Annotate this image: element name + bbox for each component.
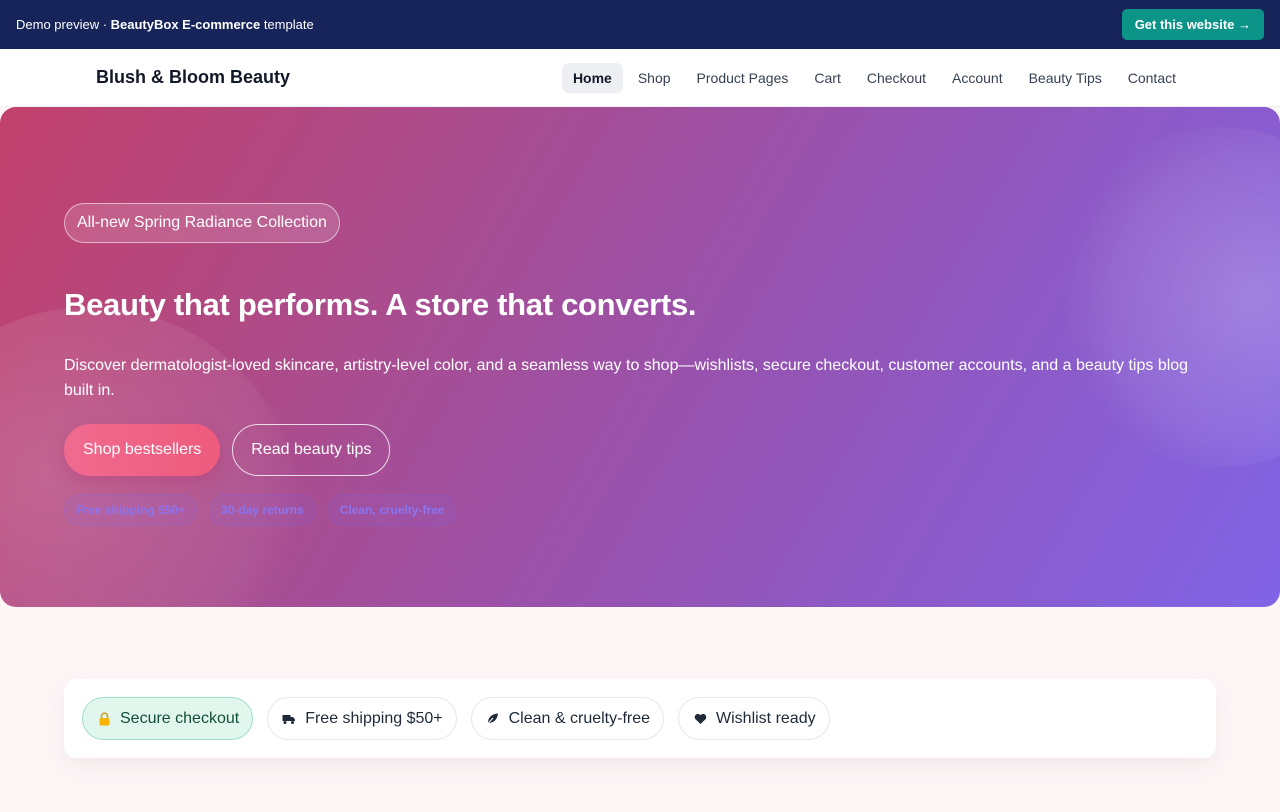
hero-section: All-new Spring Radiance Collection Beaut… <box>0 107 1280 607</box>
feature-free-shipping: Free shipping $50+ <box>267 697 457 740</box>
main-nav: Blush & Bloom Beauty Home Shop Product P… <box>0 49 1280 107</box>
feature-label: Free shipping $50+ <box>305 709 443 727</box>
feature-label: Clean & cruelty-free <box>508 709 651 727</box>
shop-bestsellers-button[interactable]: Shop bestsellers <box>64 424 221 476</box>
get-this-website-label: Get this website → <box>1134 17 1251 32</box>
hero-tag-returns: 30-day returns <box>209 494 316 526</box>
get-this-website-button[interactable]: Get this website → <box>1121 9 1264 40</box>
brand-logo[interactable]: Blush & Bloom Beauty <box>96 67 290 88</box>
features-strip: Secure checkout Free shipping $50+ Clean… <box>64 679 1216 758</box>
feature-secure-checkout: Secure checkout <box>82 697 254 740</box>
template-name: BeautyBox E-commerce <box>110 17 261 32</box>
hero-cta-group: Shop bestsellers Read beauty tips <box>64 424 391 476</box>
demo-preview-text: Demo preview · BeautyBox E-commerce temp… <box>16 17 314 32</box>
nav-link-contact[interactable]: Contact <box>1117 63 1187 93</box>
demo-suffix: template <box>260 17 314 32</box>
leaf-icon <box>486 712 500 726</box>
hero-tag-clean: Clean, cruelty-free <box>327 494 457 526</box>
truck-icon <box>282 712 296 726</box>
read-beauty-tips-button[interactable]: Read beauty tips <box>232 424 391 476</box>
hero-description: Discover dermatologist-loved skincare, a… <box>64 357 1189 399</box>
feature-label: Secure checkout <box>120 709 240 727</box>
feature-clean-cruelty-free: Clean & cruelty-free <box>470 697 665 740</box>
feature-wishlist-ready: Wishlist ready <box>678 697 830 740</box>
nav-link-cart[interactable]: Cart <box>803 63 851 93</box>
nav-link-checkout[interactable]: Checkout <box>856 63 937 93</box>
lock-icon <box>97 711 111 726</box>
hero-title: Beauty that performs. A store that conve… <box>64 287 697 322</box>
nav-link-account[interactable]: Account <box>941 63 1014 93</box>
feature-label: Wishlist ready <box>716 709 816 727</box>
nav-link-beauty-tips[interactable]: Beauty Tips <box>1018 63 1113 93</box>
demo-prefix: Demo preview · <box>16 17 111 32</box>
nav-link-product-pages[interactable]: Product Pages <box>686 63 800 93</box>
hero-tags: Free shipping $50+ 30-day returns Clean,… <box>64 494 457 526</box>
nav-links: Home Shop Product Pages Cart Checkout Ac… <box>561 62 1187 93</box>
hero-decor-blob-right <box>1050 127 1280 467</box>
collection-pill: All-new Spring Radiance Collection <box>64 203 340 243</box>
heart-icon <box>693 712 707 726</box>
nav-link-shop[interactable]: Shop <box>627 63 682 93</box>
demo-preview-bar: Demo preview · BeautyBox E-commerce temp… <box>0 0 1280 49</box>
nav-link-home[interactable]: Home <box>561 62 623 93</box>
hero-tag-free-shipping: Free shipping $50+ <box>64 494 198 526</box>
